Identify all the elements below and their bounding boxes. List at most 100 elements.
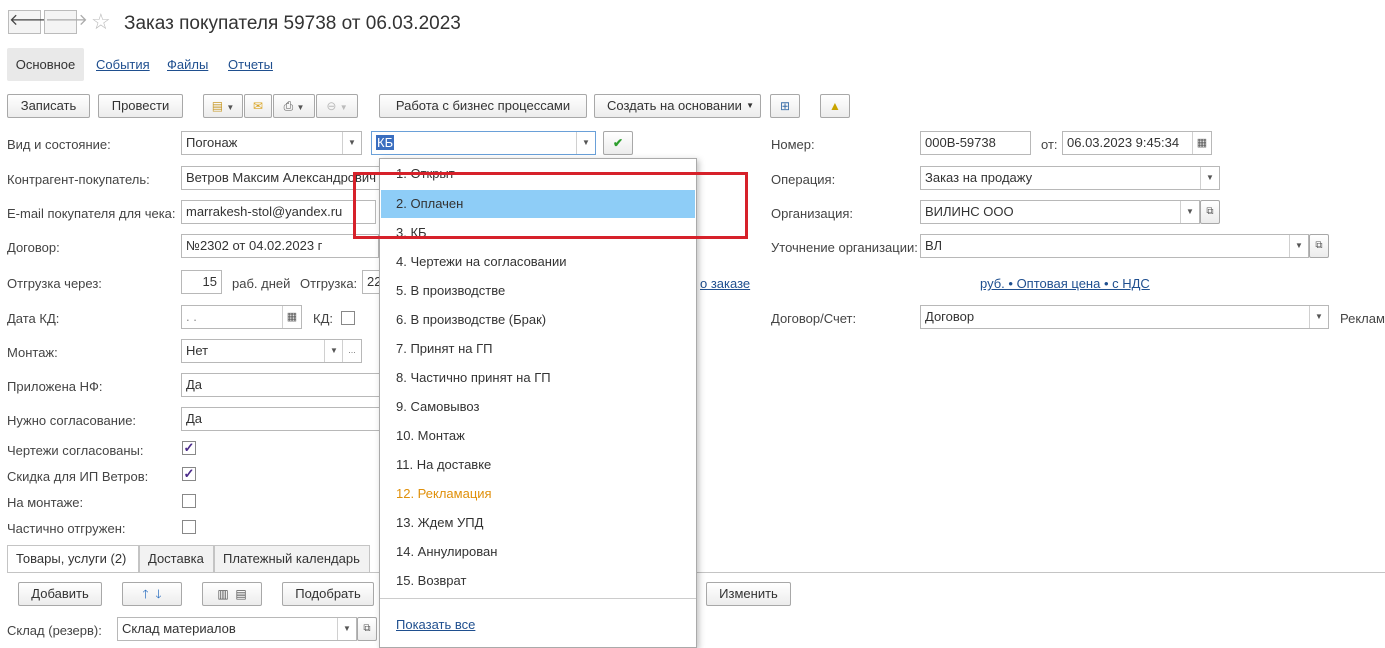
dropdown-item[interactable]: 10. Монтаж: [381, 422, 695, 450]
barcode-buttons[interactable]: ▥ ▤: [202, 582, 262, 606]
number-field[interactable]: 000В-59738: [920, 131, 1031, 155]
dropdown-divider: [380, 598, 696, 599]
from-label: от:: [1041, 137, 1058, 152]
organization-select[interactable]: ВИЛИНС ООО ▼: [920, 200, 1200, 224]
create-based-on-button[interactable]: Создать на основании ▼: [594, 94, 761, 118]
contract-field[interactable]: №2302 от 04.02.2023 г: [181, 234, 379, 258]
checkmark-icon: ✔: [612, 136, 624, 150]
warehouse-select[interactable]: Склад материалов ▼: [117, 617, 357, 641]
work-days-label: раб. дней: [232, 276, 291, 291]
tab-files[interactable]: Файлы: [167, 57, 208, 72]
print-button[interactable]: ⎙ ▼: [273, 94, 315, 118]
contract-account-select[interactable]: Договор ▼: [920, 305, 1329, 329]
approval-field[interactable]: Да: [181, 407, 380, 431]
shipment-days-field[interactable]: 15: [181, 270, 222, 294]
dropdown-item[interactable]: 8. Частично принят на ГП: [381, 364, 695, 392]
add-button[interactable]: Добавить: [18, 582, 102, 606]
chevron-down-icon[interactable]: ▼: [324, 340, 343, 362]
open-window-icon: ⧉: [363, 623, 371, 634]
document-add-icon: ▤: [211, 99, 224, 113]
nf-label: Приложена НФ:: [7, 379, 103, 394]
ellipsis-icon[interactable]: …: [342, 340, 361, 362]
kd-date-field[interactable]: . . ▦: [181, 305, 302, 329]
tab-goods[interactable]: Товары, услуги (2): [7, 545, 139, 573]
barcode-icon[interactable]: ▥: [217, 587, 228, 601]
kind-select[interactable]: Погонаж ▼: [181, 131, 362, 155]
order-link[interactable]: о заказе: [700, 276, 750, 291]
highlight-box: [353, 172, 748, 239]
status-button[interactable]: ⊖ ▼: [316, 94, 358, 118]
bell-icon: ▲: [829, 99, 841, 113]
kind-state-label: Вид и состояние:: [7, 137, 111, 152]
organization-label: Организация:: [771, 206, 854, 221]
move-buttons[interactable]: 🡑 🡓: [122, 582, 182, 606]
show-all-link[interactable]: Показать все: [396, 617, 475, 632]
create-document-button[interactable]: ▤ ▼: [203, 94, 243, 118]
shipment-via-label: Отгрузка через:: [7, 276, 102, 291]
chevron-down-icon[interactable]: ▼: [1289, 235, 1308, 257]
chevron-down-icon[interactable]: ▼: [1180, 201, 1199, 223]
date-field[interactable]: 06.03.2023 9:45:34 ▦: [1062, 131, 1212, 155]
dropdown-item[interactable]: 14. Аннулирован: [381, 538, 695, 566]
dropdown-item[interactable]: 9. Самовывоз: [381, 393, 695, 421]
dropdown-item[interactable]: 4. Чертежи на согласовании: [381, 248, 695, 276]
dropdown-item[interactable]: 15. Возврат: [381, 567, 695, 595]
calendar-icon[interactable]: ▦: [282, 306, 301, 328]
email-field[interactable]: marrakesh-stol@yandex.ru: [181, 200, 376, 224]
pick-button[interactable]: Подобрать: [282, 582, 374, 606]
on-mounting-label: На монтаже:: [7, 495, 84, 510]
chevron-down-icon[interactable]: ▼: [1200, 167, 1219, 189]
warehouse-label: Склад (резерв):: [7, 623, 102, 638]
business-processes-button[interactable]: Работа с бизнес процессами: [379, 94, 587, 118]
dropdown-item[interactable]: 5. В производстве: [381, 277, 695, 305]
approval-label: Нужно согласование:: [7, 413, 137, 428]
open-warehouse-button[interactable]: ⧉: [357, 617, 377, 641]
save-button[interactable]: Записать: [7, 94, 90, 118]
dropdown-item[interactable]: 11. На доставке: [381, 451, 695, 479]
kd-checkbox[interactable]: [341, 311, 355, 325]
tab-events[interactable]: События: [96, 57, 150, 72]
dropdown-item[interactable]: 6. В производстве (Брак): [381, 306, 695, 334]
structure-button[interactable]: ⊞: [770, 94, 800, 118]
post-button[interactable]: Провести: [98, 94, 183, 118]
operation-select[interactable]: Заказ на продажу ▼: [920, 166, 1220, 190]
chevron-down-icon[interactable]: ▼: [337, 618, 356, 640]
drawings-checkbox[interactable]: ✓: [182, 441, 196, 455]
tab-delivery[interactable]: Доставка: [139, 545, 214, 572]
org-clarify-select[interactable]: ВЛ ▼: [920, 234, 1309, 258]
mounting-select[interactable]: Нет ▼ …: [181, 339, 362, 363]
chevron-down-icon[interactable]: ▼: [342, 132, 361, 154]
dropdown-item-reclamation[interactable]: 12. Рекламация: [381, 480, 695, 508]
shipment-date-field[interactable]: 22: [362, 270, 380, 294]
dropdown-item[interactable]: 7. Принят на ГП: [381, 335, 695, 363]
tab-payment-calendar[interactable]: Платежный календарь: [214, 545, 370, 572]
partially-shipped-checkbox[interactable]: [182, 520, 196, 534]
mail-button[interactable]: ✉: [244, 94, 272, 118]
price-type-link[interactable]: руб. • Оптовая цена • с НДС: [980, 276, 1150, 291]
chevron-down-icon[interactable]: ▼: [1309, 306, 1328, 328]
calendar-icon[interactable]: ▦: [1192, 132, 1211, 154]
tab-main[interactable]: Основное: [7, 48, 84, 81]
confirm-button[interactable]: ✔: [603, 131, 633, 155]
tab-reports[interactable]: Отчеты: [228, 57, 273, 72]
discount-checkbox[interactable]: ✓: [182, 467, 196, 481]
back-button[interactable]: 🡐: [8, 10, 52, 34]
favorite-star-icon[interactable]: ☆: [91, 10, 111, 34]
bell-button[interactable]: ▲: [820, 94, 850, 118]
contract-label: Договор:: [7, 240, 60, 255]
arrow-up-icon[interactable]: 🡑: [142, 587, 148, 601]
on-mounting-checkbox[interactable]: [182, 494, 196, 508]
counterparty-field[interactable]: Ветров Максим Александрович: [181, 166, 381, 190]
open-organization-button[interactable]: ⧉: [1200, 200, 1220, 224]
change-button[interactable]: Изменить: [706, 582, 791, 606]
arrow-down-icon[interactable]: 🡓: [155, 587, 161, 601]
discount-label: Скидка для ИП Ветров:: [7, 469, 149, 484]
chevron-down-icon[interactable]: ▼: [576, 132, 595, 154]
nf-field[interactable]: Да: [181, 373, 380, 397]
forward-button[interactable]: 🡒: [44, 10, 88, 34]
dropdown-item[interactable]: 13. Ждем УПД: [381, 509, 695, 537]
barcode-search-icon[interactable]: ▤: [235, 587, 246, 601]
open-org-clarify-button[interactable]: ⧉: [1309, 234, 1329, 258]
number-label: Номер:: [771, 137, 815, 152]
state-select[interactable]: КБ ▼: [371, 131, 596, 155]
